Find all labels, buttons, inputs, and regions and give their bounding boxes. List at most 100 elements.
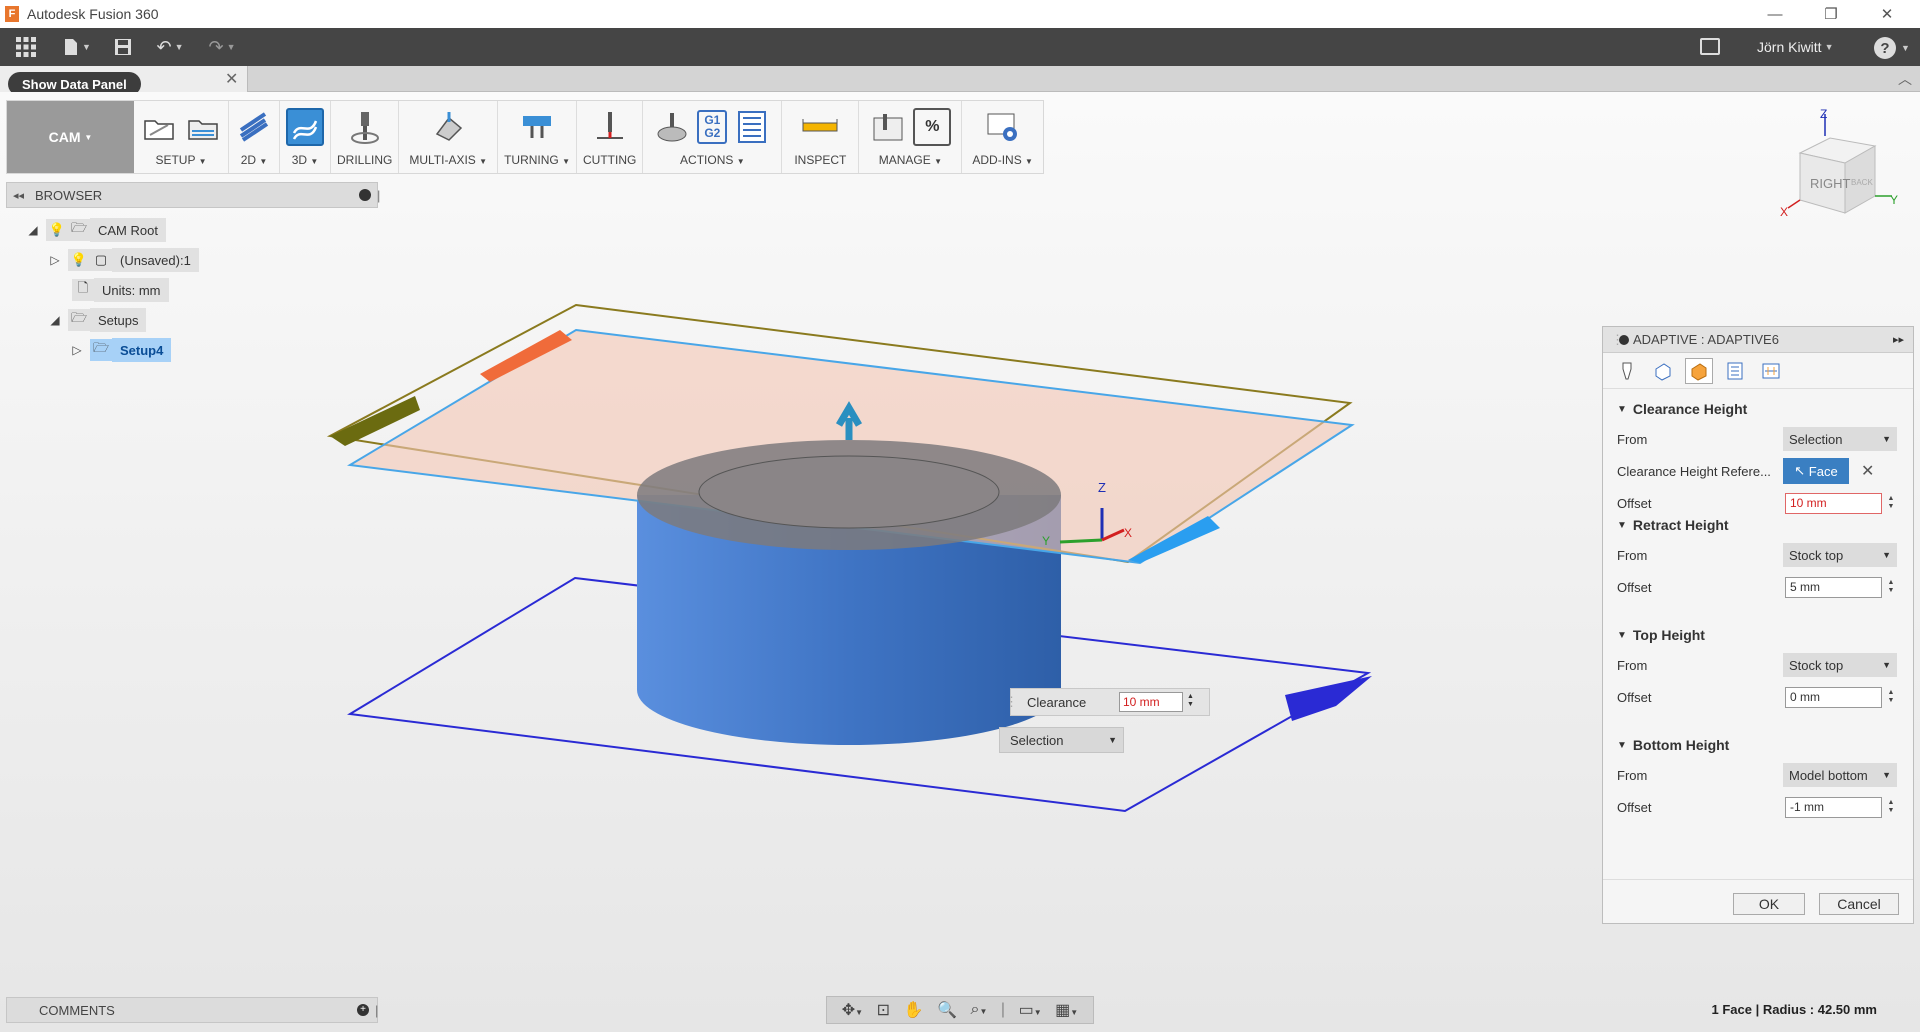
templates-icon[interactable]: % <box>913 108 952 146</box>
spinner-icon[interactable]: ▲ ▼ <box>1886 579 1896 595</box>
ribbon-group-manage[interactable]: % MANAGE ▼ <box>859 101 963 173</box>
ribbon-group-turning[interactable]: TURNING ▼ <box>498 101 578 173</box>
tree-item-setup4[interactable]: ▷ 🗁 Setup4 <box>68 338 172 362</box>
turning-icon[interactable] <box>518 108 556 146</box>
browser-pin-icon[interactable] <box>359 189 371 201</box>
help-caret-icon[interactable]: ▼ <box>1901 43 1910 53</box>
save-button[interactable] <box>102 28 144 66</box>
collapse-browser-icon[interactable]: ◂◂ <box>13 189 24 202</box>
scripts-addins-icon[interactable] <box>984 108 1022 146</box>
comments-grip-icon[interactable]: | <box>375 1003 378 1018</box>
close-window-button[interactable]: ✕ <box>1864 0 1910 28</box>
hud-from-select[interactable]: Selection ▼ <box>999 727 1124 753</box>
clear-selection-icon[interactable]: ✕ <box>1861 461 1874 481</box>
restore-button[interactable]: ❐ <box>1808 0 1854 28</box>
expand-toggle-icon[interactable]: ▷ <box>46 253 64 267</box>
orbit-icon[interactable]: ✥▼ <box>842 1000 863 1020</box>
job-status-icon[interactable] <box>1700 38 1720 55</box>
browser-header[interactable]: ◂◂ BROWSER | <box>6 182 380 208</box>
post-process-icon[interactable]: G1 G2 <box>697 110 728 144</box>
ribbon-group-add-ins[interactable]: ADD-INS ▼ <box>962 101 1043 173</box>
cutting-icon[interactable] <box>591 108 629 146</box>
tree-item-units[interactable]: 🗋 Units: mm <box>72 278 169 302</box>
hud-spinner-icon[interactable]: ▲ ▼ <box>1187 693 1194 709</box>
cancel-button[interactable]: Cancel <box>1819 893 1899 915</box>
help-icon[interactable]: ? <box>1874 37 1896 59</box>
fit-icon[interactable]: ⌕▼ <box>970 1001 987 1019</box>
ribbon-group-actions[interactable]: G1 G2 ACTIONS ▼ <box>643 101 783 173</box>
bottom-from-select[interactable]: Model bottom ▼ <box>1783 763 1897 787</box>
chevron-up-icon[interactable]: ︿ <box>1898 69 1912 89</box>
ribbon-group-inspect[interactable]: INSPECT <box>782 101 860 173</box>
section-toggle[interactable]: ▼ Retract Height <box>1603 511 1913 539</box>
passes-tab-icon[interactable] <box>1721 358 1749 384</box>
look-at-icon[interactable]: ⊡ <box>877 1000 890 1020</box>
ribbon-group-setup[interactable]: SETUP ▼ <box>134 101 229 173</box>
section-toggle[interactable]: ▼ Clearance Height <box>1603 395 1913 423</box>
ribbon-group-3d[interactable]: 3D ▼ <box>280 101 331 173</box>
lightbulb-icon[interactable]: 💡 <box>46 219 68 241</box>
view-cube[interactable]: RIGHT BACK Z X Y <box>1780 107 1900 231</box>
add-comment-icon[interactable]: + <box>357 1004 369 1016</box>
ribbon-group-cutting[interactable]: CUTTING <box>577 101 644 173</box>
top-offset-input[interactable]: 0 mm <box>1785 686 1882 708</box>
expand-toggle-icon[interactable]: ◢ <box>46 313 64 327</box>
undo-button[interactable]: ↶ ▼ <box>144 28 196 66</box>
lightbulb-icon[interactable]: 💡 <box>68 249 90 271</box>
panel-expand-icon[interactable]: ▸▸ <box>1893 333 1904 346</box>
section-toggle[interactable]: ▼ Bottom Height <box>1603 731 1913 759</box>
collapse-triangle-icon[interactable]: ▼ <box>1617 404 1627 415</box>
collapse-triangle-icon[interactable]: ▼ <box>1617 630 1627 641</box>
new-setup-icon[interactable] <box>140 108 178 146</box>
ribbon-group-multi-axis[interactable]: MULTI-AXIS ▼ <box>399 101 499 173</box>
section-toggle[interactable]: ▼ Top Height <box>1603 621 1913 649</box>
multi-axis-icon[interactable] <box>429 108 467 146</box>
tree-item-cam-root[interactable]: ◢ 💡 🗁 CAM Root <box>24 218 166 242</box>
spinner-icon[interactable]: ▲ ▼ <box>1886 689 1896 705</box>
hud-grip-icon[interactable]: ⋮ <box>1005 694 1018 710</box>
retract-from-select[interactable]: Stock top ▼ <box>1783 543 1897 567</box>
clearance-from-select[interactable]: Selection ▼ <box>1783 427 1897 451</box>
browser-grip-icon[interactable]: | <box>377 188 380 203</box>
close-icon[interactable]: ✕ <box>225 69 238 89</box>
measure-icon[interactable] <box>801 108 839 146</box>
linking-tab-icon[interactable] <box>1757 358 1785 384</box>
redo-button[interactable]: ↷ ▼ <box>196 28 248 66</box>
display-settings-icon[interactable]: ▭▼ <box>1019 1000 1042 1020</box>
ok-button[interactable]: OK <box>1733 893 1805 915</box>
3d-adaptive-icon[interactable] <box>286 108 324 146</box>
2d-toolpath-icon[interactable] <box>235 108 273 146</box>
drill-icon[interactable] <box>346 108 384 146</box>
comments-panel[interactable]: COMMENTS + | <box>6 997 378 1023</box>
data-panel-grid-icon[interactable] <box>0 28 52 66</box>
panel-header[interactable]: ⋮ ADAPTIVE : ADAPTIVE6 ▸▸ <box>1603 327 1913 353</box>
tool-tab-icon[interactable] <box>1613 358 1641 384</box>
user-menu[interactable]: Jörn Kiwitt ▼ <box>1757 28 1834 66</box>
spinner-icon[interactable]: ▲ ▼ <box>1886 799 1896 815</box>
bottom-offset-input[interactable]: -1 mm <box>1785 796 1882 818</box>
collapse-triangle-icon[interactable]: ▼ <box>1617 520 1627 531</box>
tree-item-unsaved[interactable]: ▷ 💡 ▢ (Unsaved):1 <box>46 248 199 272</box>
spinner-icon[interactable]: ▲ ▼ <box>1886 495 1896 511</box>
simulate-icon[interactable] <box>653 108 691 146</box>
pan-icon[interactable]: ✋ <box>904 1000 924 1020</box>
geometry-tab-icon[interactable] <box>1649 358 1677 384</box>
hud-clearance-input[interactable]: 10 mm <box>1119 692 1183 712</box>
tree-item-setups[interactable]: ◢ 🗁 Setups <box>46 308 147 332</box>
tool-library-icon[interactable] <box>869 108 907 146</box>
heights-tab-icon[interactable] <box>1685 357 1713 384</box>
setup-folder-icon[interactable] <box>184 108 222 146</box>
expand-toggle-icon[interactable]: ◢ <box>24 223 42 237</box>
grid-settings-icon[interactable]: ▦▼ <box>1055 1000 1078 1020</box>
zoom-icon[interactable]: 🔍 <box>937 1000 957 1020</box>
retract-offset-input[interactable]: 5 mm <box>1785 576 1882 598</box>
ribbon-group-drilling[interactable]: DRILLING <box>331 101 400 173</box>
file-menu-button[interactable]: ▼ <box>52 28 102 66</box>
collapse-triangle-icon[interactable]: ▼ <box>1617 740 1627 751</box>
workspace-switcher[interactable]: CAM ▼ <box>7 101 134 173</box>
ribbon-group-2d[interactable]: 2D ▼ <box>229 101 280 173</box>
expand-toggle-icon[interactable]: ▷ <box>68 343 86 357</box>
minimize-button[interactable]: — <box>1752 0 1798 28</box>
setup-sheet-icon[interactable] <box>733 108 771 146</box>
top-from-select[interactable]: Stock top ▼ <box>1783 653 1897 677</box>
